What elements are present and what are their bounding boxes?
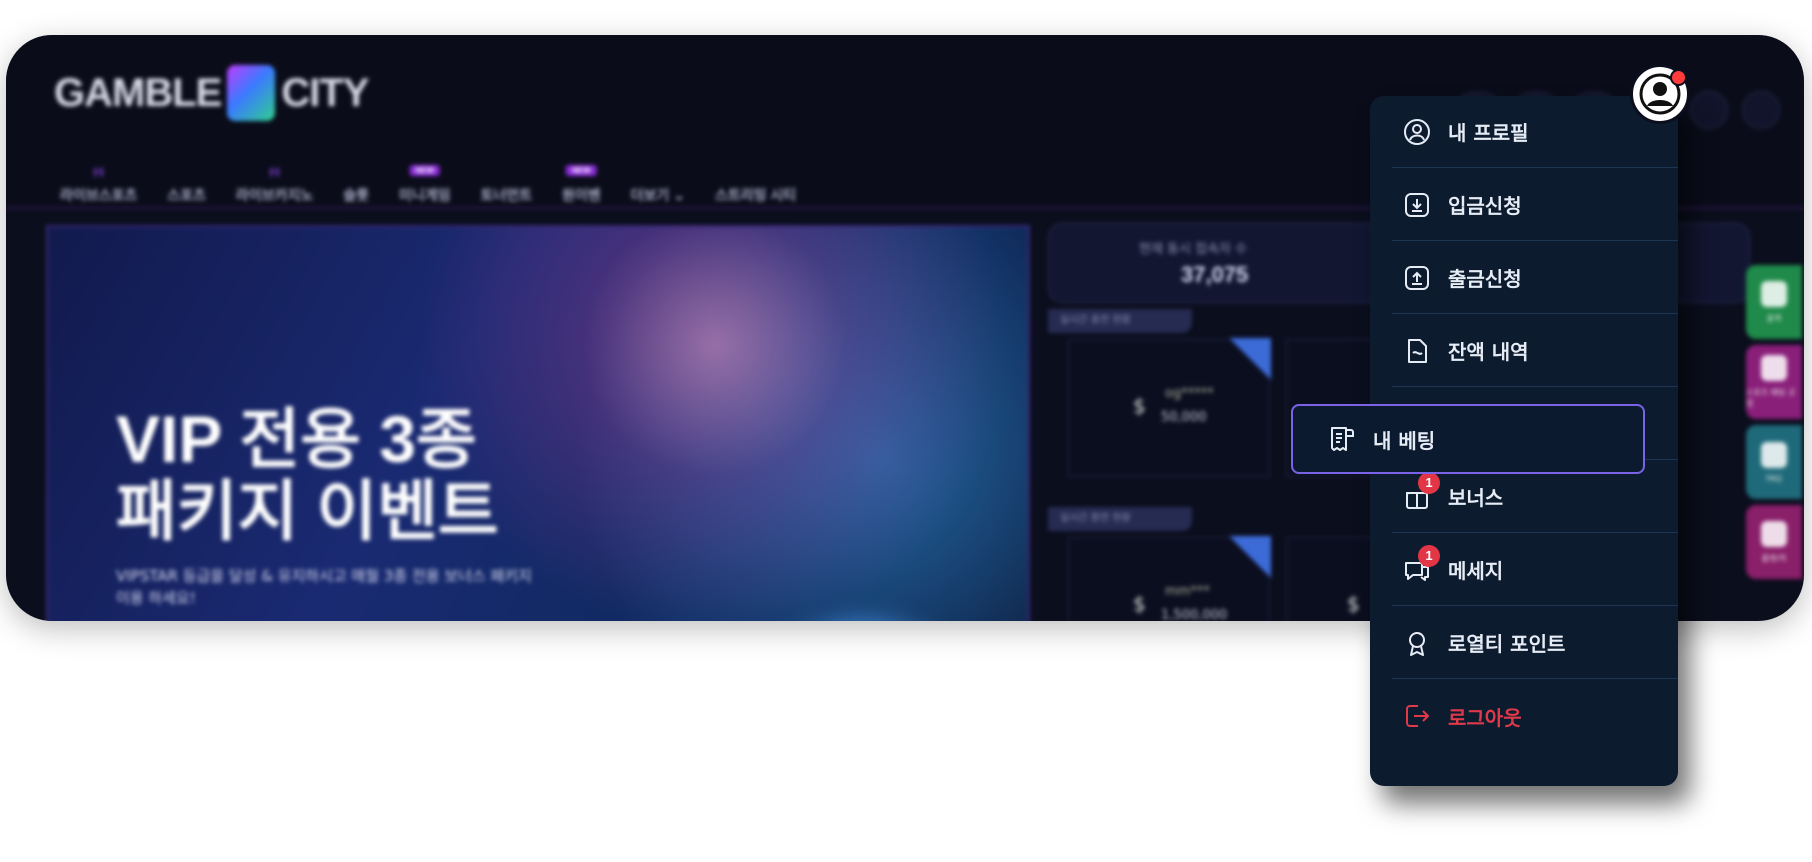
nav-item-streaming[interactable]: 스트리밍 시티 <box>715 185 796 205</box>
nav-item-tournament[interactable]: 토너먼트 <box>481 185 533 205</box>
ribbon-decoration <box>1229 338 1271 380</box>
user-avatar-button[interactable] <box>1630 64 1690 124</box>
hero-subtitle: VIPSTAR 등급을 달성 & 유지하시고 매월 3종 전용 보너스 패키지 … <box>116 567 532 607</box>
logout-icon <box>1402 701 1432 731</box>
money-bag-icon: $ <box>1347 592 1360 616</box>
notification-dot <box>1670 69 1687 86</box>
logo-text-left: GAMBLE <box>54 70 222 115</box>
side-rail-faq[interactable]: FAQ <box>1746 425 1802 499</box>
deposit-feed-card: $ og***** 50,000 <box>1068 338 1271 477</box>
nav-item-more[interactable]: 더보기 ⌄ <box>631 185 685 205</box>
profile-icon <box>1402 117 1432 147</box>
gift-icon: 1 <box>1402 471 1440 512</box>
bet-receipt-icon <box>1327 424 1357 454</box>
deposit-feed-label: 실시간 충전 현황 <box>1048 309 1192 333</box>
nav-item-slots[interactable]: 슬롯 <box>343 185 369 205</box>
money-bag-icon: $ <box>1133 394 1146 418</box>
concurrent-users-value: 37,075 <box>1181 262 1249 287</box>
faq-icon <box>1761 441 1787 468</box>
balance-history-icon <box>1402 336 1432 366</box>
hero-title: VIP 전용 3종 패키지 이벤트 <box>116 402 499 548</box>
side-rail-attendance[interactable]: 출첵 <box>1746 265 1802 339</box>
money-bag-icon: $ <box>1133 592 1146 616</box>
bonus-count-badge: 1 <box>1418 471 1440 494</box>
side-rail-roulette[interactable]: 룰렛/럭 <box>1746 505 1802 579</box>
logo-text-right: CITY <box>281 70 369 115</box>
nav-item-minigame[interactable]: NEW 미니게임 <box>399 165 451 205</box>
concurrent-users-label: 현재 동시 접속자 수 <box>1139 242 1248 257</box>
side-rail-rules[interactable]: 스포츠 배팅 규정 <box>1746 345 1802 419</box>
language-button[interactable] <box>1742 91 1780 129</box>
favorites-button[interactable] <box>1690 91 1728 129</box>
main-nav: (•) 라이브스포츠 스포츠 (•) 라이브카지노 슬롯 NEW 미니게임 토너먼트 … <box>60 165 796 205</box>
site-logo[interactable]: GAMBLE CITY <box>54 63 369 123</box>
menu-item-message[interactable]: 1 메세지 <box>1392 534 1678 606</box>
nav-item-live-sports[interactable]: (•) 라이브스포츠 <box>60 167 137 205</box>
menu-item-deposit[interactable]: 입금신청 <box>1392 169 1678 241</box>
attendance-icon <box>1761 280 1787 307</box>
logo-mark-icon <box>227 65 276 121</box>
message-count-badge: 1 <box>1418 544 1440 567</box>
withdraw-icon <box>1402 263 1432 293</box>
nav-item-live-casino[interactable]: (•) 라이브카지노 <box>236 167 313 205</box>
nav-item-sports[interactable]: 스포츠 <box>167 185 206 205</box>
nav-item-event[interactable]: NEW 원이벤 <box>562 165 601 205</box>
ribbon-decoration <box>1229 536 1271 578</box>
menu-item-logout[interactable]: 로그아웃 <box>1392 680 1678 752</box>
menu-item-balance-history[interactable]: 잔액 내역 <box>1392 315 1678 387</box>
menu-item-loyalty-points[interactable]: 로열티 포인트 <box>1392 607 1678 679</box>
award-icon <box>1402 628 1432 658</box>
withdraw-feed-card: $ mm*** 1,500,000 <box>1068 536 1271 621</box>
menu-item-withdraw[interactable]: 출금신청 <box>1392 242 1678 314</box>
withdraw-feed-label: 실시간 환전 현황 <box>1048 507 1192 531</box>
deposit-icon <box>1402 190 1432 220</box>
rules-icon <box>1761 355 1787 381</box>
menu-item-my-bets[interactable]: 내 베팅 <box>1291 404 1645 474</box>
roulette-icon <box>1761 520 1787 547</box>
message-icon: 1 <box>1402 544 1440 585</box>
hero-banner[interactable]: VIP 전용 3종 패키지 이벤트 VIPSTAR 등급을 달성 & 유지하시고… <box>46 225 1030 621</box>
side-rail: 출첵 스포츠 배팅 규정 FAQ 룰렛/럭 <box>1746 265 1804 585</box>
